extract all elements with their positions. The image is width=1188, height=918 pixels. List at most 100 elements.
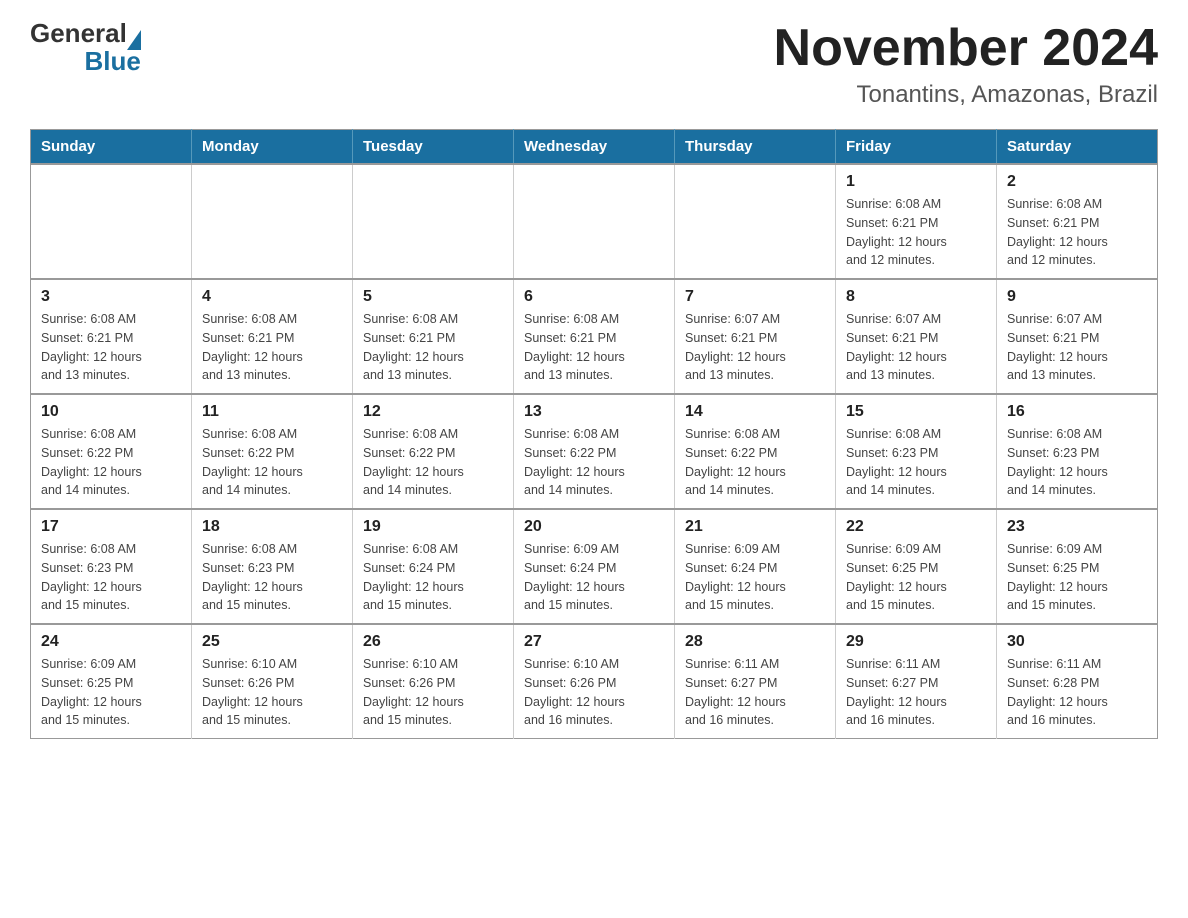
day-info: Sunrise: 6:08 AMSunset: 6:21 PMDaylight:… — [363, 310, 503, 385]
day-info: Sunrise: 6:09 AMSunset: 6:25 PMDaylight:… — [1007, 540, 1147, 615]
day-info: Sunrise: 6:10 AMSunset: 6:26 PMDaylight:… — [363, 655, 503, 730]
calendar-day-cell: 22 Sunrise: 6:09 AMSunset: 6:25 PMDayligh… — [836, 509, 997, 624]
day-number: 22 — [846, 518, 986, 536]
calendar-day-cell: 28Sunrise: 6:11 AMSunset: 6:27 PMDayligh… — [675, 624, 836, 739]
day-of-week-header: Saturday — [997, 130, 1158, 165]
day-of-week-header: Friday — [836, 130, 997, 165]
day-info: Sunrise: 6:08 AMSunset: 6:22 PMDaylight:… — [685, 425, 825, 500]
day-info: Sunrise: 6:08 AMSunset: 6:21 PMDaylight:… — [1007, 195, 1147, 270]
day-info: Sunrise: 6:11 AMSunset: 6:28 PMDaylight:… — [1007, 655, 1147, 730]
day-info: Sunrise: 6:09 AMSunset: 6:25 PMDaylight:… — [846, 540, 986, 615]
day-of-week-header: Wednesday — [514, 130, 675, 165]
calendar-day-cell: 17 Sunrise: 6:08 AMSunset: 6:23 PMDayligh… — [31, 509, 192, 624]
calendar-day-cell: 9 Sunrise: 6:07 AMSunset: 6:21 PMDaylight… — [997, 279, 1158, 394]
calendar-body: 1 Sunrise: 6:08 AMSunset: 6:21 PMDaylight… — [31, 164, 1158, 739]
day-number: 14 — [685, 403, 825, 421]
calendar-day-cell: 24Sunrise: 6:09 AMSunset: 6:25 PMDayligh… — [31, 624, 192, 739]
calendar-week-row: 24Sunrise: 6:09 AMSunset: 6:25 PMDayligh… — [31, 624, 1158, 739]
calendar-day-cell: 30 Sunrise: 6:11 AMSunset: 6:28 PMDayligh… — [997, 624, 1158, 739]
day-info: Sunrise: 6:08 AMSunset: 6:21 PMDaylight:… — [846, 195, 986, 270]
day-number: 30 — [1007, 633, 1147, 651]
logo-blue-text: Blue — [84, 46, 140, 77]
day-of-week-header: Monday — [192, 130, 353, 165]
day-number: 7 — [685, 288, 825, 306]
day-number: 6 — [524, 288, 664, 306]
day-info: Sunrise: 6:07 AMSunset: 6:21 PMDaylight:… — [1007, 310, 1147, 385]
calendar-day-cell: 16 Sunrise: 6:08 AMSunset: 6:23 PMDayligh… — [997, 394, 1158, 509]
calendar-day-cell — [353, 164, 514, 279]
day-info: Sunrise: 6:11 AMSunset: 6:27 PMDaylight:… — [846, 655, 986, 730]
calendar-day-cell: 1 Sunrise: 6:08 AMSunset: 6:21 PMDaylight… — [836, 164, 997, 279]
calendar-day-cell — [192, 164, 353, 279]
day-info: Sunrise: 6:08 AMSunset: 6:23 PMDaylight:… — [846, 425, 986, 500]
calendar-day-cell: 19 Sunrise: 6:08 AMSunset: 6:24 PMDayligh… — [353, 509, 514, 624]
calendar-title: November 2024 — [774, 20, 1158, 77]
day-of-week-header: Thursday — [675, 130, 836, 165]
logo: General Blue — [30, 20, 141, 77]
calendar-day-cell: 13Sunrise: 6:08 AMSunset: 6:22 PMDayligh… — [514, 394, 675, 509]
day-number: 3 — [41, 288, 181, 306]
calendar-day-cell: 6Sunrise: 6:08 AMSunset: 6:21 PMDaylight… — [514, 279, 675, 394]
calendar-day-cell: 8Sunrise: 6:07 AMSunset: 6:21 PMDaylight… — [836, 279, 997, 394]
calendar-day-cell: 26 Sunrise: 6:10 AMSunset: 6:26 PMDayligh… — [353, 624, 514, 739]
day-number: 9 — [1007, 288, 1147, 306]
calendar-day-cell: 23Sunrise: 6:09 AMSunset: 6:25 PMDayligh… — [997, 509, 1158, 624]
day-number: 11 — [202, 403, 342, 421]
day-number: 13 — [524, 403, 664, 421]
calendar-subtitle: Tonantins, Amazonas, Brazil — [774, 81, 1158, 109]
logo-general-text: General — [30, 20, 127, 46]
calendar-day-cell: 5 Sunrise: 6:08 AMSunset: 6:21 PMDaylight… — [353, 279, 514, 394]
day-number: 8 — [846, 288, 986, 306]
day-info: Sunrise: 6:09 AMSunset: 6:24 PMDaylight:… — [685, 540, 825, 615]
calendar-day-cell — [675, 164, 836, 279]
day-number: 10 — [41, 403, 181, 421]
day-info: Sunrise: 6:08 AMSunset: 6:21 PMDaylight:… — [202, 310, 342, 385]
day-info: Sunrise: 6:08 AMSunset: 6:24 PMDaylight:… — [363, 540, 503, 615]
day-info: Sunrise: 6:08 AMSunset: 6:22 PMDaylight:… — [202, 425, 342, 500]
day-info: Sunrise: 6:08 AMSunset: 6:22 PMDaylight:… — [363, 425, 503, 500]
title-area: November 2024 Tonantins, Amazonas, Brazi… — [774, 20, 1158, 109]
day-number: 29 — [846, 633, 986, 651]
day-number: 5 — [363, 288, 503, 306]
calendar-day-cell: 25 Sunrise: 6:10 AMSunset: 6:26 PMDayligh… — [192, 624, 353, 739]
day-of-week-header: Tuesday — [353, 130, 514, 165]
calendar-day-cell: 14 Sunrise: 6:08 AMSunset: 6:22 PMDayligh… — [675, 394, 836, 509]
day-info: Sunrise: 6:08 AMSunset: 6:23 PMDaylight:… — [202, 540, 342, 615]
calendar-day-cell — [514, 164, 675, 279]
calendar-day-cell: 3Sunrise: 6:08 AMSunset: 6:21 PMDaylight… — [31, 279, 192, 394]
calendar-day-cell: 10Sunrise: 6:08 AMSunset: 6:22 PMDayligh… — [31, 394, 192, 509]
day-info: Sunrise: 6:10 AMSunset: 6:26 PMDaylight:… — [202, 655, 342, 730]
day-number: 15 — [846, 403, 986, 421]
day-number: 19 — [363, 518, 503, 536]
day-info: Sunrise: 6:08 AMSunset: 6:23 PMDaylight:… — [1007, 425, 1147, 500]
day-of-week-header: Sunday — [31, 130, 192, 165]
day-info: Sunrise: 6:07 AMSunset: 6:21 PMDaylight:… — [685, 310, 825, 385]
calendar-day-cell — [31, 164, 192, 279]
day-number: 25 — [202, 633, 342, 651]
day-number: 2 — [1007, 173, 1147, 191]
day-number: 17 — [41, 518, 181, 536]
calendar-day-cell: 21 Sunrise: 6:09 AMSunset: 6:24 PMDayligh… — [675, 509, 836, 624]
day-number: 1 — [846, 173, 986, 191]
calendar-day-cell: 7 Sunrise: 6:07 AMSunset: 6:21 PMDaylight… — [675, 279, 836, 394]
calendar-week-row: 3 Sunrise: 6:08 AMSunset: 6:21 PMDaylight… — [31, 279, 1158, 394]
day-number: 4 — [202, 288, 342, 306]
day-number: 16 — [1007, 403, 1147, 421]
day-number: 12 — [363, 403, 503, 421]
day-number: 24 — [41, 633, 181, 651]
day-info: Sunrise: 6:10 AMSunset: 6:26 PMDaylight:… — [524, 655, 664, 730]
calendar-week-row: 1 Sunrise: 6:08 AMSunset: 6:21 PMDaylight… — [31, 164, 1158, 279]
calendar-table: SundayMondayTuesdayWednesdayThursdayFrid… — [30, 129, 1158, 739]
day-number: 27 — [524, 633, 664, 651]
calendar-day-cell: 27 Sunrise: 6:10 AMSunset: 6:26 PMDayligh… — [514, 624, 675, 739]
calendar-day-cell: 12 Sunrise: 6:08 AMSunset: 6:22 PMDayligh… — [353, 394, 514, 509]
calendar-header: SundayMondayTuesdayWednesdayThursdayFrid… — [31, 130, 1158, 165]
day-number: 21 — [685, 518, 825, 536]
calendar-day-cell: 29 Sunrise: 6:11 AMSunset: 6:27 PMDayligh… — [836, 624, 997, 739]
day-number: 26 — [363, 633, 503, 651]
calendar-day-cell: 20Sunrise: 6:09 AMSunset: 6:24 PMDayligh… — [514, 509, 675, 624]
calendar-week-row: 17 Sunrise: 6:08 AMSunset: 6:23 PMDayligh… — [31, 509, 1158, 624]
day-info: Sunrise: 6:08 AMSunset: 6:23 PMDaylight:… — [41, 540, 181, 615]
days-of-week-row: SundayMondayTuesdayWednesdayThursdayFrid… — [31, 130, 1158, 165]
calendar-day-cell: 4 Sunrise: 6:08 AMSunset: 6:21 PMDaylight… — [192, 279, 353, 394]
